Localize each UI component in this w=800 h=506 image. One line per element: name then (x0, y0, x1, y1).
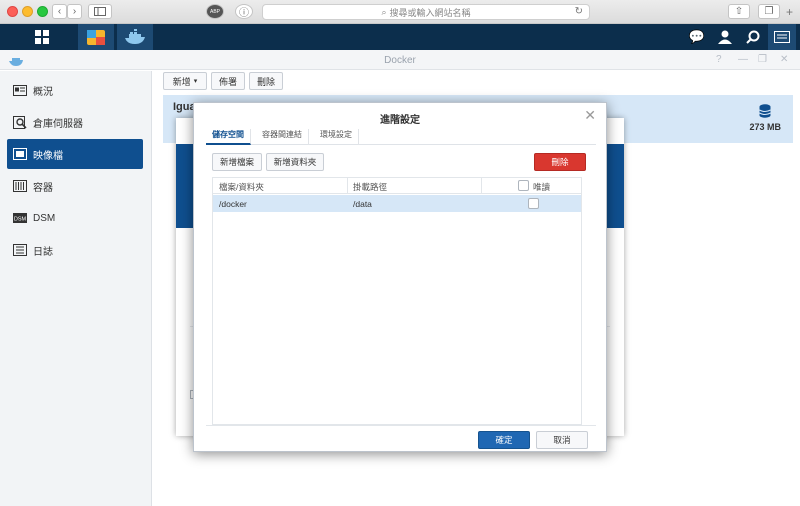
svg-text:DSM: DSM (14, 217, 27, 223)
forward-button[interactable]: › (67, 4, 82, 19)
table-row[interactable]: /docker /data (213, 195, 581, 212)
taskbar-app-store[interactable] (78, 24, 114, 50)
column-header-readonly[interactable]: 唯讀 (533, 181, 550, 193)
zoom-window-button[interactable] (37, 6, 48, 17)
caret-down-icon: ▾ (193, 78, 198, 85)
sidebar: 概況 倉庫伺服器 映像檔 容器 DSM DSM 日誌 (0, 71, 152, 506)
taskbar-docker[interactable] (117, 24, 153, 50)
browser-toolbar: ‹ › ABP ⓘ ⌕ 搜尋或輸入網站名稱 ↻ ⇧ ❐ + (0, 0, 800, 24)
close-window-button[interactable] (7, 6, 18, 17)
database-icon (759, 104, 771, 118)
deploy-button[interactable]: 佈署 (211, 72, 245, 90)
registry-icon (13, 115, 27, 129)
window-title: Docker (384, 55, 416, 66)
reload-icon[interactable]: ↻ (575, 6, 583, 17)
tabs-button[interactable]: ❐ (758, 4, 780, 19)
docker-whale-icon (125, 29, 145, 44)
column-header-mount[interactable]: 掛載路徑 (353, 181, 387, 193)
back-button[interactable]: ‹ (52, 4, 67, 19)
package-center-icon (87, 30, 105, 45)
dsm-taskbar: 💬 (0, 24, 800, 50)
add-button[interactable]: 新增 ▾ (163, 72, 207, 90)
tab-environment[interactable]: 環境設定 (314, 129, 359, 145)
grid-icon (35, 30, 49, 44)
search-button[interactable] (742, 24, 764, 50)
window-titlebar: Docker ? — ❐ ✕ (0, 50, 800, 70)
delete-button[interactable]: 刪除 (249, 72, 283, 90)
cell-mount: /data (353, 199, 372, 209)
widgets-button[interactable] (768, 24, 796, 50)
tabs-icon: ❐ (764, 6, 774, 17)
sidebar-item-dsm[interactable]: DSM DSM (7, 203, 143, 233)
ok-button[interactable]: 確定 (478, 431, 530, 449)
sidebar-toggle-button[interactable] (88, 4, 112, 19)
minimize-window-button[interactable] (22, 6, 33, 17)
help-icon[interactable]: ? (716, 54, 722, 65)
info-icon[interactable]: ⓘ (235, 4, 253, 19)
footer-divider (206, 425, 596, 426)
minimize-icon[interactable]: — (738, 54, 748, 65)
advanced-settings-dialog: 進階設定 ✕ 儲存空間 容器間連結 環境設定 新增檔案 新增資料夾 刪除 檔案/… (193, 102, 607, 452)
sidebar-item-image[interactable]: 映像檔 (7, 139, 143, 169)
sidebar-item-container[interactable]: 容器 (7, 171, 143, 201)
user-icon (718, 30, 732, 44)
close-icon[interactable]: ✕ (584, 107, 596, 124)
tab-links[interactable]: 容器間連結 (256, 129, 309, 145)
cell-path: /docker (219, 199, 247, 209)
new-tab-button[interactable]: + (786, 5, 793, 19)
address-bar[interactable]: ⌕ 搜尋或輸入網站名稱 ↻ (262, 4, 590, 20)
main-menu-button[interactable] (26, 24, 58, 50)
chevron-left-icon: ‹ (57, 6, 62, 17)
dsm-icon: DSM (13, 212, 27, 224)
image-icon (13, 148, 27, 160)
column-divider (347, 178, 348, 194)
tab-storage[interactable]: 儲存空間 (206, 129, 251, 145)
readonly-checkbox[interactable] (528, 198, 539, 209)
container-icon (13, 180, 27, 192)
delete-mount-button[interactable]: 刪除 (534, 153, 586, 171)
share-icon: ⇧ (734, 6, 744, 17)
add-folder-button[interactable]: 新增資料夾 (266, 153, 324, 171)
sidebar-item-registry[interactable]: 倉庫伺服器 (7, 107, 143, 137)
add-file-button[interactable]: 新增檔案 (212, 153, 262, 171)
volume-table: 檔案/資料夾 掛載路徑 唯讀 /docker /data (212, 177, 582, 425)
sidebar-item-log[interactable]: 日誌 (7, 235, 143, 265)
image-size: 273 MB (749, 122, 781, 132)
sidebar-item-overview[interactable]: 概況 (7, 75, 143, 105)
dialog-tabs: 儲存空間 容器間連結 環境設定 (206, 123, 596, 145)
share-button[interactable]: ⇧ (728, 4, 750, 19)
column-divider (481, 178, 482, 194)
search-icon: ⌕ (381, 6, 387, 17)
widgets-icon (774, 31, 790, 43)
sidebar-icon (94, 7, 106, 16)
readonly-all-checkbox[interactable] (518, 180, 529, 191)
chat-icon: 💬 (688, 29, 706, 44)
search-icon (746, 30, 760, 44)
chevron-right-icon: › (72, 6, 77, 17)
column-header-path[interactable]: 檔案/資料夾 (219, 181, 264, 193)
notifications-button[interactable]: 💬 (686, 24, 708, 50)
cancel-button[interactable]: 取消 (536, 431, 588, 449)
maximize-icon[interactable]: ❐ (758, 54, 767, 65)
log-icon (13, 244, 27, 256)
user-button[interactable] (714, 24, 736, 50)
table-header: 檔案/資料夾 掛載路徑 唯讀 (213, 178, 581, 194)
close-icon[interactable]: ✕ (780, 54, 788, 65)
adblock-icon[interactable]: ABP (206, 4, 224, 19)
overview-icon (13, 84, 27, 96)
